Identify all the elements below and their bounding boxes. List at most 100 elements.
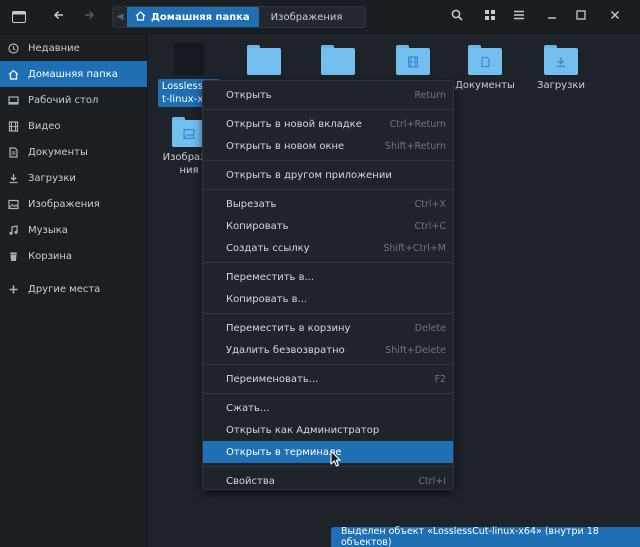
menu-item-label: Открыть в новой вкладке [226, 118, 362, 130]
menu-item-label: Вырезать [226, 198, 277, 210]
menu-separator [203, 364, 453, 365]
sidebar-item-label: Другие места [28, 283, 101, 295]
folder-icon [247, 45, 281, 75]
folder-dark-icon [174, 43, 204, 75]
menu-item-open-new-tab[interactable]: Открыть в новой вкладке Ctrl+Return [203, 113, 453, 135]
menu-item-compress[interactable]: Сжать... [203, 397, 453, 419]
breadcrumb-images[interactable]: Изображения [259, 7, 355, 27]
menu-button[interactable] [506, 5, 532, 29]
sidebar-item-music[interactable]: Музыка [0, 217, 147, 243]
header-bar: ◀ Домашняя папка Изображения [0, 0, 640, 34]
sidebar-item-label: Изображения [28, 198, 100, 210]
menu-item-delete-permanently[interactable]: Удалить безвозвратно Shift+Delete [203, 339, 453, 361]
sidebar-item-label: Документы [28, 146, 88, 158]
menu-item-open[interactable]: Открыть Return [203, 84, 453, 106]
menu-item-label: Копировать в... [226, 293, 308, 305]
sidebar-item-desktop[interactable]: Рабочий стол [0, 87, 147, 113]
status-overlay: Выделен объект «LosslessCut-linux-x64» (… [331, 526, 640, 547]
sidebar-item-documents[interactable]: Документы [0, 139, 147, 165]
menu-item-move-to[interactable]: Переместить в... [203, 266, 453, 288]
folder-item-downloads[interactable]: Загрузки [530, 45, 592, 92]
home-icon [135, 10, 146, 24]
folder-item-videos[interactable] [382, 45, 444, 75]
context-menu: Открыть Return Открыть в новой вкладке C… [202, 80, 454, 490]
menu-separator [203, 313, 453, 314]
maximize-icon [575, 9, 587, 25]
desktop-icon [8, 95, 19, 106]
path-bar: ◀ Домашняя папка Изображения [112, 6, 366, 28]
breadcrumb-home-label: Домашняя папка [151, 11, 250, 23]
sidebar-item-label: Недавние [28, 42, 80, 54]
menu-item-label: Открыть в новом окне [226, 140, 345, 152]
menu-item-cut[interactable]: Вырезать Ctrl+X [203, 193, 453, 215]
close-icon [609, 9, 621, 25]
menu-item-properties[interactable]: Свойства Ctrl+I [203, 470, 453, 492]
menu-item-shortcut: Ctrl+Return [389, 118, 446, 130]
image-icon [8, 199, 19, 210]
sidebar-item-label: Корзина [28, 250, 73, 262]
trash-icon [8, 251, 19, 262]
back-button[interactable] [46, 5, 72, 29]
arrow-left-icon [53, 9, 65, 25]
menu-item-shortcut: Ctrl+I [418, 475, 446, 487]
menu-separator [203, 189, 453, 190]
menu-separator [203, 262, 453, 263]
sidebar-item-label: Загрузки [28, 172, 76, 184]
menu-item-label: Свойства [226, 475, 275, 487]
search-icon [451, 9, 463, 25]
sidebar-item-downloads[interactable]: Загрузки [0, 165, 147, 191]
menu-item-label: Открыть в терминале [226, 446, 342, 458]
menu-item-label: Переместить в... [226, 271, 315, 283]
search-button[interactable] [444, 5, 470, 29]
minimize-icon [546, 9, 558, 25]
sidebar-item-images[interactable]: Изображения [0, 191, 147, 217]
folder-item[interactable] [307, 45, 369, 75]
app-menu-icon[interactable] [6, 5, 32, 29]
menu-separator [203, 109, 453, 110]
menu-item-open-in-terminal[interactable]: Открыть в терминале [203, 441, 453, 463]
close-button[interactable] [602, 5, 628, 29]
menu-item-open-as-admin[interactable]: Открыть как Администратор [203, 419, 453, 441]
path-scroll-left-icon[interactable]: ◀ [113, 7, 127, 27]
menu-separator [203, 160, 453, 161]
menu-item-shortcut: Shift+Return [384, 140, 446, 152]
menu-item-label: Копировать [226, 220, 289, 232]
sidebar-item-home[interactable]: Домашняя папка [0, 61, 147, 87]
folder-images-icon [172, 117, 206, 147]
forward-button[interactable] [76, 5, 102, 29]
menu-item-label: Переименовать... [226, 373, 319, 385]
menu-item-shortcut: Shift+Ctrl+M [383, 242, 446, 254]
menu-item-move-to-trash[interactable]: Переместить в корзину Delete [203, 317, 453, 339]
menu-item-shortcut: F2 [434, 373, 446, 385]
sidebar-item-trash[interactable]: Корзина [0, 243, 147, 269]
folder-item-documents[interactable]: Документы [454, 45, 516, 92]
sidebar-item-other-places[interactable]: Другие места [0, 276, 147, 302]
sidebar-item-recent[interactable]: Недавние [0, 35, 147, 61]
breadcrumb-home[interactable]: Домашняя папка [127, 7, 259, 27]
document-icon [8, 146, 19, 158]
sidebar-item-videos[interactable]: Видео [0, 113, 147, 139]
menu-item-shortcut: Shift+Delete [385, 344, 446, 356]
menu-item-label: Открыть [226, 89, 272, 101]
menu-item-label: Создать ссылку [226, 242, 310, 254]
menu-item-copy[interactable]: Копировать Ctrl+C [203, 215, 453, 237]
sidebar-item-label: Рабочий стол [28, 94, 99, 106]
plus-icon [8, 284, 19, 295]
menu-item-create-link[interactable]: Создать ссылку Shift+Ctrl+M [203, 237, 453, 259]
menu-item-open-with[interactable]: Открыть в другом приложении [203, 164, 453, 186]
home-icon [8, 69, 19, 80]
folder-item[interactable] [233, 45, 295, 75]
menu-item-label: Открыть в другом приложении [226, 169, 392, 181]
hamburger-icon [513, 9, 525, 25]
menu-item-copy-to[interactable]: Копировать в... [203, 288, 453, 310]
folder-documents-icon [468, 45, 502, 75]
menu-item-shortcut: Delete [414, 322, 446, 334]
folder-downloads-icon [544, 45, 578, 75]
sidebar-item-label: Видео [28, 120, 61, 132]
maximize-button[interactable] [568, 5, 594, 29]
menu-item-open-new-window[interactable]: Открыть в новом окне Shift+Return [203, 135, 453, 157]
menu-item-rename[interactable]: Переименовать... F2 [203, 368, 453, 390]
view-mode-button[interactable] [477, 5, 503, 29]
music-icon [8, 224, 19, 236]
minimize-button[interactable] [539, 5, 565, 29]
